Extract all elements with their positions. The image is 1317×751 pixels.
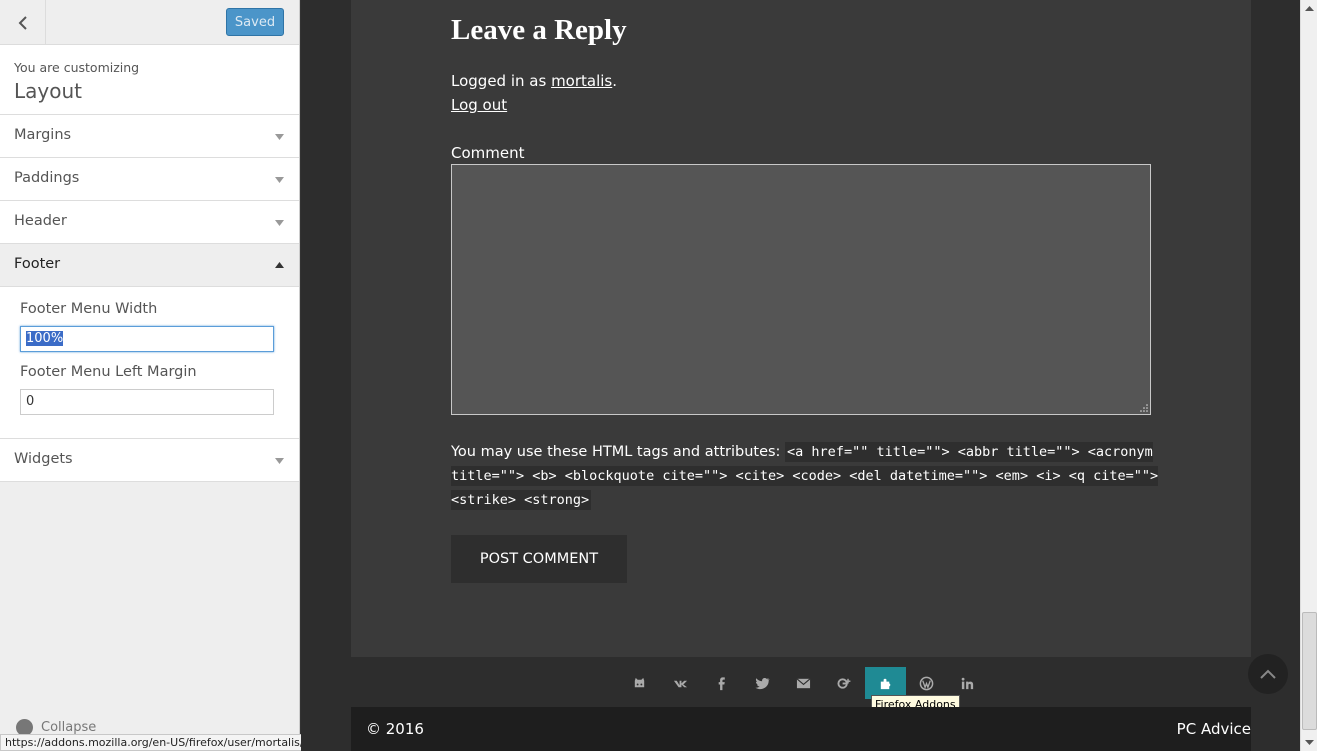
section-label: Header bbox=[14, 213, 67, 229]
footer-menu-left-margin-input[interactable]: 0 bbox=[20, 389, 274, 415]
scroll-down-button[interactable] bbox=[1301, 734, 1317, 751]
panel-title: Layout bbox=[14, 79, 82, 103]
section-paddings[interactable]: Paddings bbox=[0, 158, 299, 201]
arrow-up-icon bbox=[275, 262, 284, 268]
comment-textarea[interactable] bbox=[451, 164, 1151, 415]
customizing-info: You are customizing Layout bbox=[0, 45, 299, 115]
copyright-text: © 2016 bbox=[366, 720, 424, 738]
section-label: Margins bbox=[14, 127, 72, 143]
wordpress-icon bbox=[919, 676, 934, 690]
saved-button[interactable]: Saved bbox=[226, 8, 284, 36]
linkedin-icon bbox=[961, 677, 974, 689]
footer-menu-left-margin-label: Footer Menu Left Margin bbox=[20, 364, 197, 380]
section-label: Paddings bbox=[14, 170, 80, 186]
vertical-scrollbar[interactable] bbox=[1300, 0, 1317, 751]
resize-grip-icon[interactable] bbox=[1139, 403, 1148, 412]
customizing-text: You are customizing bbox=[14, 60, 140, 75]
logout-line: Log out bbox=[451, 96, 507, 114]
github-link[interactable] bbox=[619, 667, 660, 699]
logged-in-prefix: Logged in as bbox=[451, 72, 552, 90]
facebook-icon bbox=[718, 676, 725, 690]
twitter-icon bbox=[755, 677, 770, 689]
twitter-link[interactable] bbox=[742, 667, 783, 699]
post-comment-button[interactable]: POST COMMENT bbox=[451, 535, 627, 583]
reply-title: Leave a Reply bbox=[451, 14, 627, 46]
section-widgets[interactable]: Widgets bbox=[0, 439, 299, 482]
github-icon bbox=[634, 677, 645, 687]
arrow-down-icon bbox=[1305, 739, 1314, 745]
site-preview: Leave a Reply Logged in as mortalis. Log… bbox=[301, 0, 1300, 751]
scrollbar-thumb[interactable] bbox=[1302, 612, 1317, 730]
allowed-tags-note: You may use these HTML tags and attribut… bbox=[451, 440, 1161, 512]
logout-link[interactable]: Log out bbox=[451, 96, 507, 114]
footer-controls: Footer Menu Width 100% Footer Menu Left … bbox=[0, 287, 299, 439]
status-bar-url: https://addons.mozilla.org/en-US/firefox… bbox=[0, 734, 309, 751]
footer-menu-left-margin-value: 0 bbox=[26, 394, 35, 409]
facebook-link[interactable] bbox=[701, 667, 742, 699]
username-link[interactable]: mortalis bbox=[551, 72, 612, 90]
allowed-tags-prefix: You may use these HTML tags and attribut… bbox=[451, 444, 781, 460]
footer-menu-width-input[interactable]: 100% bbox=[20, 326, 274, 352]
scroll-to-top-button[interactable] bbox=[1248, 654, 1288, 694]
chevron-up-icon bbox=[1260, 669, 1276, 679]
firefox-addons-icon bbox=[880, 678, 891, 689]
section-label: Widgets bbox=[14, 451, 73, 467]
email-link[interactable] bbox=[783, 667, 824, 699]
customizer-header: Saved bbox=[0, 0, 299, 45]
arrow-down-icon bbox=[275, 134, 284, 140]
footer-menu-width-value: 100% bbox=[26, 331, 64, 346]
email-icon bbox=[796, 677, 811, 688]
content-column: Leave a Reply Logged in as mortalis. Log… bbox=[351, 0, 1251, 657]
scroll-up-button[interactable] bbox=[1301, 0, 1317, 17]
logged-in-line: Logged in as mortalis. bbox=[451, 72, 618, 90]
comment-label: Comment bbox=[451, 144, 525, 162]
google-plus-link[interactable] bbox=[824, 667, 865, 699]
section-footer[interactable]: Footer bbox=[0, 244, 299, 287]
arrow-down-icon bbox=[275, 458, 284, 464]
vk-icon bbox=[673, 680, 688, 687]
arrow-down-icon bbox=[275, 220, 284, 226]
site-name: PC Advice bbox=[1176, 720, 1251, 738]
google-plus-icon bbox=[837, 677, 851, 689]
vk-link[interactable] bbox=[660, 667, 701, 699]
collapse-label: Collapse bbox=[41, 720, 97, 735]
back-button[interactable] bbox=[0, 0, 46, 45]
section-margins[interactable]: Margins bbox=[0, 115, 299, 158]
footer-menu-width-label: Footer Menu Width bbox=[20, 301, 158, 317]
arrow-down-icon bbox=[275, 177, 284, 183]
section-label: Footer bbox=[14, 256, 61, 272]
customizer-sidebar: Saved You are customizing Layout Margins… bbox=[0, 0, 300, 751]
section-header[interactable]: Header bbox=[0, 201, 299, 244]
arrow-up-icon bbox=[1305, 5, 1314, 11]
site-footer: © 2016 PC Advice bbox=[351, 707, 1251, 751]
chevron-left-icon bbox=[18, 15, 27, 30]
